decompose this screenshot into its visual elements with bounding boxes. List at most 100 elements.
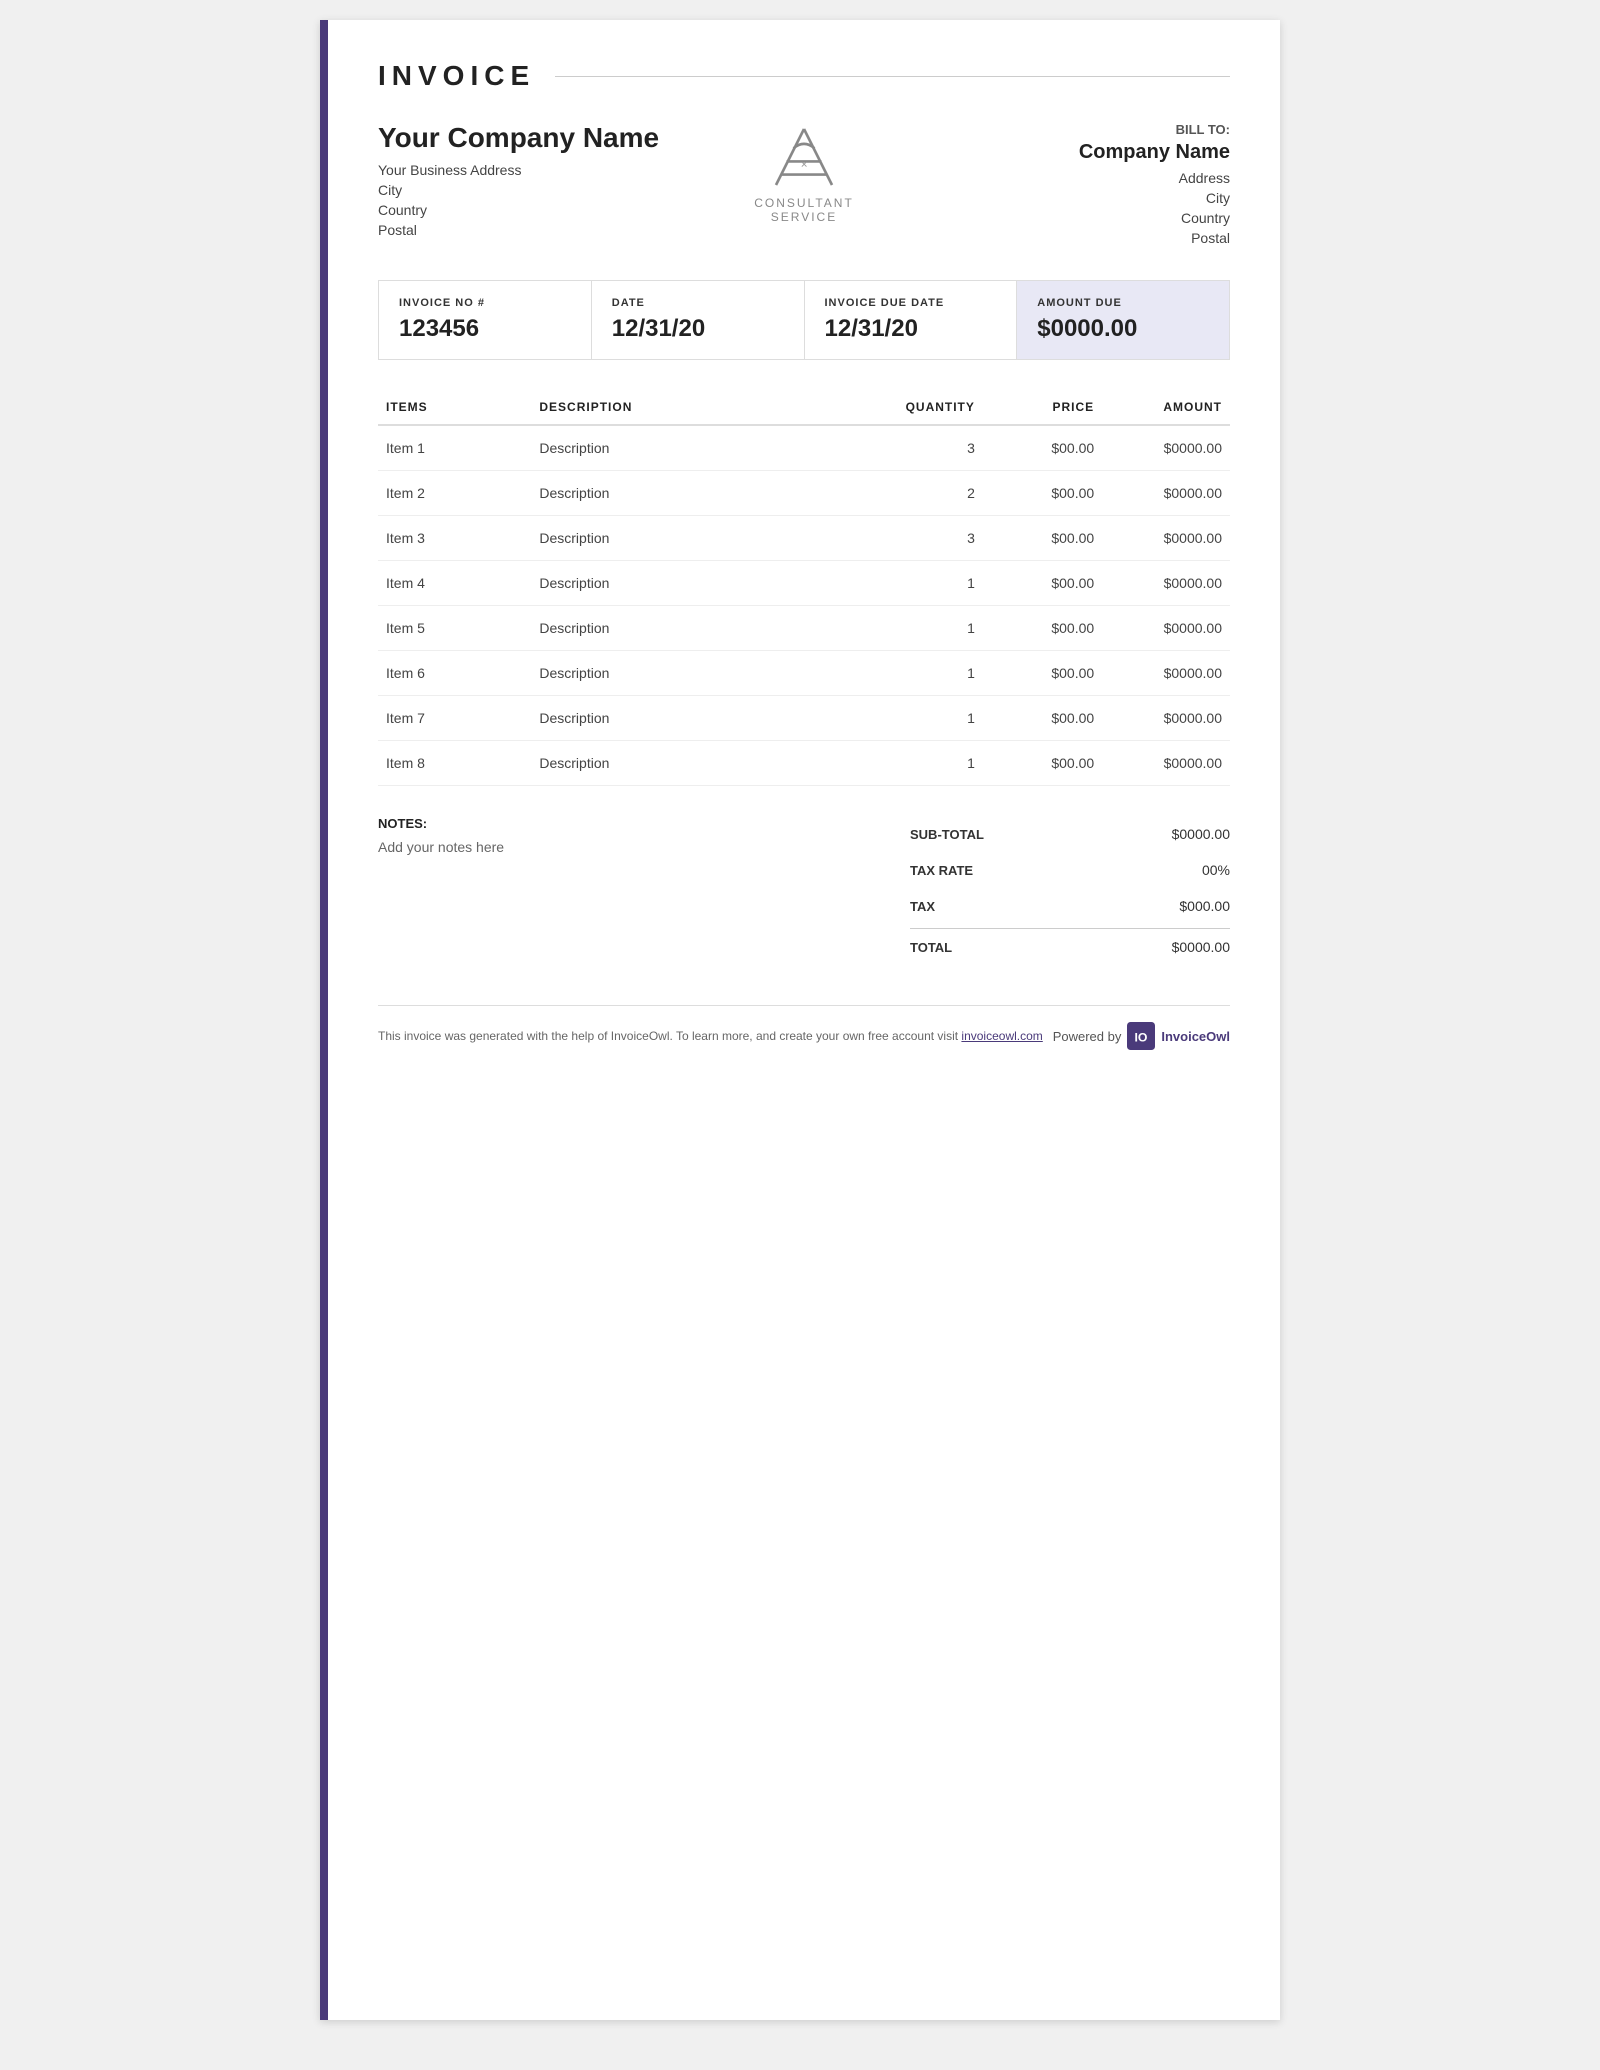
amount-due-label: AMOUNT DUE: [1037, 297, 1209, 309]
footer-link[interactable]: invoiceowl.com: [961, 1029, 1042, 1043]
item-price: $00.00: [983, 471, 1102, 516]
due-date-cell: INVOICE DUE DATE 12/31/20: [805, 281, 1018, 359]
company-country: Country: [378, 202, 724, 218]
item-price: $00.00: [983, 516, 1102, 561]
item-description: Description: [531, 471, 855, 516]
item-name: Item 4: [378, 561, 531, 606]
item-quantity: 1: [855, 741, 983, 786]
item-name: Item 3: [378, 516, 531, 561]
tax-rate-row: TAX RATE 00%: [910, 852, 1230, 888]
bill-company-name: Company Name: [884, 141, 1230, 164]
subtotal-label: SUB-TOTAL: [910, 827, 984, 842]
item-amount: $0000.00: [1102, 696, 1230, 741]
total-value: $0000.00: [1172, 939, 1230, 955]
item-description: Description: [531, 651, 855, 696]
bill-country: Country: [884, 210, 1230, 226]
item-price: $00.00: [983, 425, 1102, 471]
item-name: Item 1: [378, 425, 531, 471]
invoice-info-bar: INVOICE NO # 123456 DATE 12/31/20 INVOIC…: [378, 280, 1230, 360]
item-price: $00.00: [983, 561, 1102, 606]
bill-to-label: BILL TO:: [884, 122, 1230, 137]
item-amount: $0000.00: [1102, 651, 1230, 696]
date-value: 12/31/20: [612, 315, 784, 343]
table-row: Item 3 Description 3 $00.00 $0000.00: [378, 516, 1230, 561]
item-amount: $0000.00: [1102, 741, 1230, 786]
date-cell: DATE 12/31/20: [592, 281, 805, 359]
tax-row: TAX $000.00: [910, 888, 1230, 924]
item-name: Item 6: [378, 651, 531, 696]
notes-text: Add your notes here: [378, 839, 870, 855]
item-price: $00.00: [983, 696, 1102, 741]
footer-text-start: This invoice was generated with the help…: [378, 1029, 961, 1043]
item-amount: $0000.00: [1102, 606, 1230, 651]
table-row: Item 7 Description 1 $00.00 $0000.00: [378, 696, 1230, 741]
item-price: $00.00: [983, 651, 1102, 696]
item-price: $00.00: [983, 741, 1102, 786]
item-name: Item 8: [378, 741, 531, 786]
powered-label: Powered by: [1053, 1029, 1122, 1044]
bill-address: Address: [884, 170, 1230, 186]
invoiceowl-logo-icon: IO: [1127, 1022, 1155, 1050]
bill-city: City: [884, 190, 1230, 206]
notes-section: NOTES: Add your notes here: [378, 816, 870, 965]
header-divider: [555, 76, 1230, 77]
item-amount: $0000.00: [1102, 516, 1230, 561]
footer: This invoice was generated with the help…: [378, 1022, 1230, 1050]
item-name: Item 7: [378, 696, 531, 741]
item-description: Description: [531, 696, 855, 741]
date-label: DATE: [612, 297, 784, 309]
amount-due-value: $0000.00: [1037, 315, 1209, 343]
item-price: $00.00: [983, 606, 1102, 651]
total-row: TOTAL $0000.00: [910, 928, 1230, 965]
totals-section: SUB-TOTAL $0000.00 TAX RATE 00% TAX $000…: [910, 816, 1230, 965]
notes-label: NOTES:: [378, 816, 870, 831]
item-description: Description: [531, 606, 855, 651]
amount-due-cell: AMOUNT DUE $0000.00: [1017, 281, 1229, 359]
due-date-label: INVOICE DUE DATE: [825, 297, 997, 309]
subtotal-row: SUB-TOTAL $0000.00: [910, 816, 1230, 852]
footer-divider: [378, 1005, 1230, 1006]
table-row: Item 8 Description 1 $00.00 $0000.00: [378, 741, 1230, 786]
item-quantity: 1: [855, 651, 983, 696]
table-row: Item 1 Description 3 $00.00 $0000.00: [378, 425, 1230, 471]
footer-left: This invoice was generated with the help…: [378, 1029, 1053, 1043]
logo-area: ✕ CONSULTANT SERVICE: [724, 122, 884, 224]
item-name: Item 2: [378, 471, 531, 516]
consultant-logo-icon: ✕: [769, 122, 839, 192]
invoice-header: INVOICE: [378, 60, 1230, 92]
total-label: TOTAL: [910, 940, 952, 955]
company-city: City: [378, 182, 724, 198]
table-row: Item 6 Description 1 $00.00 $0000.00: [378, 651, 1230, 696]
brand-name: InvoiceOwl: [1161, 1029, 1230, 1044]
item-quantity: 1: [855, 606, 983, 651]
col-header-quantity: QUANTITY: [855, 390, 983, 425]
tax-rate-label: TAX RATE: [910, 863, 973, 878]
item-amount: $0000.00: [1102, 425, 1230, 471]
invoice-page: INVOICE Your Company Name Your Business …: [320, 20, 1280, 2020]
invoice-no-cell: INVOICE NO # 123456: [379, 281, 592, 359]
due-date-value: 12/31/20: [825, 315, 997, 343]
svg-text:IO: IO: [1135, 1030, 1148, 1044]
svg-text:✕: ✕: [800, 160, 807, 170]
item-quantity: 3: [855, 425, 983, 471]
col-header-items: ITEMS: [378, 390, 531, 425]
item-description: Description: [531, 561, 855, 606]
subtotal-value: $0000.00: [1172, 826, 1230, 842]
col-header-price: PRICE: [983, 390, 1102, 425]
item-amount: $0000.00: [1102, 561, 1230, 606]
item-quantity: 1: [855, 561, 983, 606]
item-quantity: 3: [855, 516, 983, 561]
company-address: Your Business Address: [378, 162, 724, 178]
item-quantity: 1: [855, 696, 983, 741]
items-section: ITEMS DESCRIPTION QUANTITY PRICE AMOUNT …: [378, 390, 1230, 786]
item-amount: $0000.00: [1102, 471, 1230, 516]
company-postal: Postal: [378, 222, 724, 238]
bottom-section: NOTES: Add your notes here SUB-TOTAL $00…: [378, 816, 1230, 965]
logo-label: CONSULTANT SERVICE: [754, 196, 854, 224]
tax-value: $000.00: [1179, 898, 1230, 914]
bill-to-section: BILL TO: Company Name Address City Count…: [884, 122, 1230, 250]
item-description: Description: [531, 425, 855, 471]
bill-postal: Postal: [884, 230, 1230, 246]
tax-rate-value: 00%: [1202, 862, 1230, 878]
col-header-amount: AMOUNT: [1102, 390, 1230, 425]
